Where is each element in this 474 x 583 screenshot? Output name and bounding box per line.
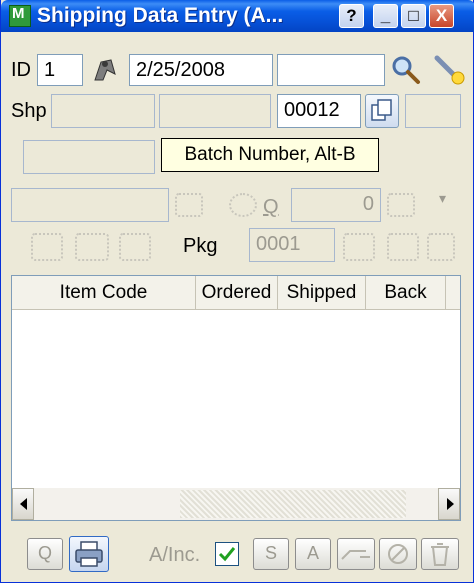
ship-date-field[interactable]: 2/25/2008 — [129, 54, 273, 86]
package-action-icon-1 — [343, 233, 375, 261]
line-insert-button[interactable] — [337, 538, 375, 570]
ainc-label: A/Inc. — [149, 544, 201, 566]
batch-number-field[interactable]: 00012 — [277, 94, 361, 128]
scroll-track[interactable] — [180, 490, 406, 518]
trash-icon — [431, 543, 449, 566]
column-header-item-code[interactable]: Item Code — [12, 276, 196, 310]
help-button[interactable]: ? — [339, 4, 364, 28]
quantity-field: 0 — [291, 188, 381, 222]
print-button[interactable] — [69, 536, 109, 572]
shipper-lookup-icon[interactable] — [89, 54, 123, 86]
close-button[interactable]: X — [429, 4, 454, 28]
ship-zone-field — [159, 94, 271, 128]
items-grid[interactable]: Item Code Ordered Shipped Back — [11, 275, 461, 521]
item-lookup-field — [11, 188, 169, 222]
scroll-left-button[interactable] — [12, 488, 34, 520]
quantity-dropdown-icon: ▾ — [439, 190, 447, 206]
package-action-icon-2 — [387, 233, 419, 261]
shp-label: Shp — [11, 100, 47, 122]
s-button[interactable]: S — [253, 538, 289, 570]
package-action-icon-3 — [427, 233, 455, 261]
minimize-button[interactable]: _ — [373, 4, 398, 28]
delete-button[interactable] — [421, 538, 459, 570]
quick-row-button[interactable]: Q — [27, 538, 63, 570]
ainc-checkbox[interactable] — [215, 542, 239, 566]
cancel-icon — [388, 544, 408, 564]
horizontal-scrollbar[interactable] — [12, 488, 460, 520]
pkg-label: Pkg — [183, 235, 218, 257]
arrow-left-icon — [20, 498, 27, 510]
batch-number-tooltip: Batch Number, Alt-B — [161, 138, 379, 172]
arrow-right-icon — [447, 498, 454, 510]
quantity-option-icon — [387, 193, 415, 217]
maximize-button[interactable]: □ — [401, 4, 426, 28]
insert-line-icon — [341, 550, 370, 560]
column-header-spacer — [446, 276, 460, 310]
a-button[interactable]: A — [295, 538, 331, 570]
column-header-ordered[interactable]: Ordered — [196, 276, 278, 310]
package-icon-1 — [31, 233, 63, 261]
column-header-shipped[interactable]: Shipped — [278, 276, 366, 310]
package-number-field: 0001 — [249, 228, 335, 262]
scroll-right-button[interactable] — [438, 488, 460, 520]
window-title: Shipping Data Entry (A... — [37, 4, 284, 27]
magic-wand-icon[interactable] — [431, 52, 467, 86]
column-header-back[interactable]: Back — [366, 276, 446, 310]
address-field — [23, 140, 155, 174]
id-field[interactable]: 1 — [37, 54, 83, 86]
copy-icon — [371, 99, 392, 121]
printer-icon — [75, 541, 103, 567]
shipping-data-entry-window: M Shipping Data Entry (A... ? _ □ X ID 1… — [0, 0, 474, 583]
id-label: ID — [11, 59, 31, 81]
search-icon[interactable] — [389, 54, 423, 86]
date-extra-field[interactable] — [277, 54, 385, 86]
title-bar[interactable]: M Shipping Data Entry (A... ? _ □ X — [1, 0, 474, 32]
q-label: Q — [263, 196, 279, 218]
delete-line-button[interactable] — [379, 538, 417, 570]
batch-copy-button[interactable] — [365, 94, 399, 128]
package-icon-3 — [119, 233, 151, 261]
package-icon-2 — [75, 233, 109, 261]
app-icon: M — [9, 5, 31, 27]
ship-via-field — [51, 94, 155, 128]
item-lookup-icon — [175, 193, 203, 217]
item-refresh-icon — [229, 193, 257, 217]
checkmark-icon — [218, 547, 236, 562]
batch-extra-field — [405, 94, 461, 128]
